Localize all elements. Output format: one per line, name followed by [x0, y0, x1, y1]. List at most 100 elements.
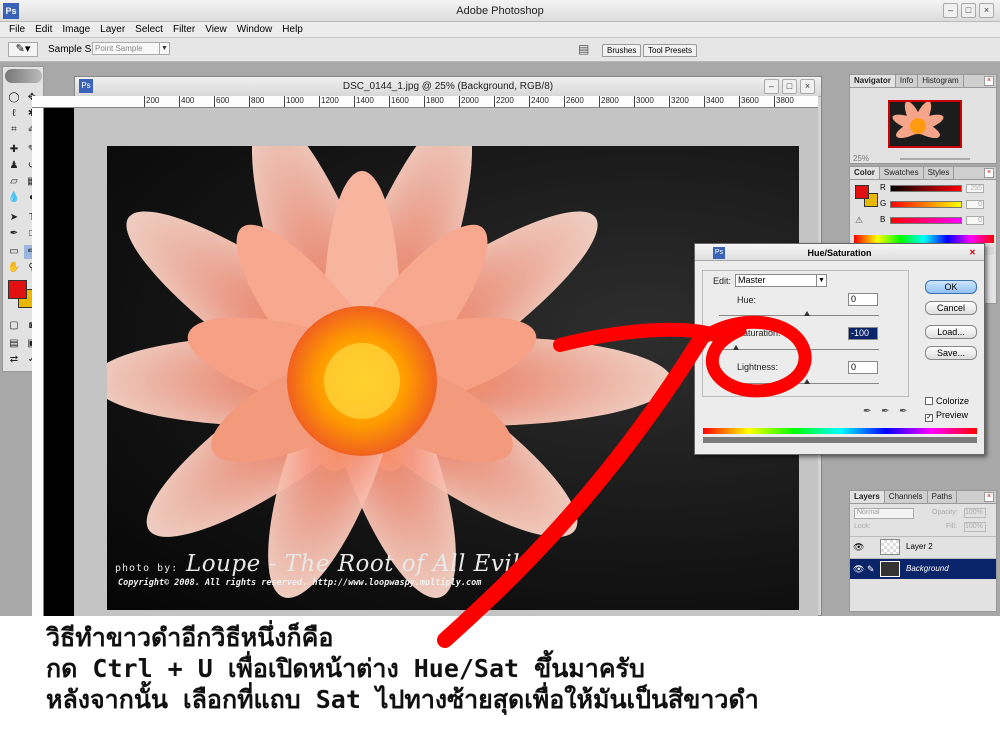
navigator-zoom-value[interactable]: 25%	[853, 154, 869, 163]
color-g-value[interactable]: 0	[966, 200, 984, 209]
eyedropper-plus-icon[interactable]: ✒	[881, 406, 889, 417]
eye-icon[interactable]: 👁	[853, 542, 864, 553]
app-titlebar: Ps Adobe Photoshop – □ ×	[0, 0, 1000, 22]
close-icon[interactable]: ×	[984, 492, 994, 502]
color-r-slider[interactable]	[890, 185, 962, 192]
standard-mode-icon[interactable]: ▢	[6, 319, 22, 333]
color-spectrum-bar[interactable]	[854, 235, 994, 243]
sample-size-select[interactable]: Point Sample ▼	[92, 42, 170, 55]
lock-label: Lock:	[854, 523, 871, 530]
menu-view[interactable]: View	[200, 22, 232, 37]
foreground-color-swatch[interactable]	[8, 280, 27, 299]
hand-tool-icon[interactable]: ✋	[6, 261, 22, 275]
cancel-button[interactable]: Cancel	[925, 301, 977, 315]
dialog-title: Hue/Saturation	[807, 248, 872, 258]
eyedropper-icon[interactable]: ✒	[863, 406, 871, 417]
color-r-value[interactable]: 255	[966, 184, 984, 193]
colorize-checkbox[interactable]: Colorize	[925, 396, 969, 406]
tab-paths[interactable]: Paths	[928, 491, 958, 503]
tab-navigator[interactable]: Navigator	[850, 75, 896, 87]
tab-color[interactable]: Color	[850, 167, 880, 179]
lasso-tool-icon[interactable]: ℓ	[6, 107, 22, 121]
tab-info[interactable]: Info	[896, 75, 919, 87]
maximize-button[interactable]: □	[961, 3, 976, 18]
lightness-slider-thumb[interactable]	[804, 379, 810, 384]
warning-icon: ⚠	[855, 215, 864, 225]
color-b-value[interactable]: 0	[966, 216, 984, 225]
vertical-ruler	[32, 108, 44, 616]
marquee-tool-icon[interactable]: ◯	[6, 91, 22, 105]
save-button[interactable]: Save...	[925, 346, 977, 360]
eyedropper-tool-preset-icon[interactable]: ✎▾	[8, 42, 38, 57]
opacity-value[interactable]: 100%	[964, 508, 986, 518]
menu-edit[interactable]: Edit	[30, 22, 57, 37]
sample-size-value: Point Sample	[95, 44, 143, 53]
tab-styles[interactable]: Styles	[924, 167, 955, 179]
horizontal-ruler: 200 400 600 800 1000 1200 1400 1600 1800…	[32, 96, 818, 108]
jump-to-imageready-icon[interactable]: ⇄	[6, 353, 22, 367]
close-icon[interactable]: ×	[984, 76, 994, 86]
load-button[interactable]: Load...	[925, 325, 977, 339]
saturation-input[interactable]: -100	[848, 327, 878, 340]
ok-button[interactable]: OK	[925, 280, 977, 294]
doc-maximize-button[interactable]: □	[782, 79, 797, 94]
doc-minimize-button[interactable]: –	[764, 79, 779, 94]
menu-image[interactable]: Image	[57, 22, 95, 37]
menu-file[interactable]: File	[4, 22, 30, 37]
menu-filter[interactable]: Filter	[168, 22, 200, 37]
close-icon[interactable]: ✕	[967, 247, 978, 258]
checkbox-box	[925, 397, 933, 405]
minimize-button[interactable]: –	[943, 3, 958, 18]
color-r-label: R	[880, 183, 886, 192]
navigator-zoom-slider[interactable]	[900, 158, 970, 160]
close-icon[interactable]: ×	[984, 168, 994, 178]
eye-icon[interactable]: 👁	[853, 564, 864, 575]
chevron-down-icon: ▼	[159, 43, 169, 54]
layer-row-background[interactable]: 👁 ✎ Background	[850, 558, 996, 579]
hue-input[interactable]: 0	[848, 293, 878, 306]
layer-name: Background	[906, 564, 949, 573]
notes-tool-icon[interactable]: ▭	[6, 245, 22, 259]
tab-histogram[interactable]: Histogram	[918, 75, 964, 87]
lightness-slider-track[interactable]	[719, 383, 879, 384]
tab-layers[interactable]: Layers	[850, 491, 885, 503]
eyedropper-minus-icon[interactable]: ✒	[899, 406, 907, 417]
color-g-slider[interactable]	[890, 201, 962, 208]
screen-mode-icon[interactable]: ▤	[6, 337, 22, 351]
lightness-input[interactable]: 0	[848, 361, 878, 374]
saturation-slider-track[interactable]	[719, 349, 879, 350]
navigator-thumbnail[interactable]	[888, 100, 962, 148]
menu-select[interactable]: Select	[130, 22, 168, 37]
photo-credit-watermark: photo by: Loupe - The Root of All Evil	[115, 551, 520, 577]
menu-layer[interactable]: Layer	[95, 22, 130, 37]
preview-checkbox[interactable]: ✓ Preview	[925, 410, 968, 422]
tab-channels[interactable]: Channels	[885, 491, 928, 503]
ruler-tick: 2600	[564, 96, 584, 107]
eraser-tool-icon[interactable]: ▱	[6, 175, 22, 189]
pen-tool-icon[interactable]: ✒	[6, 227, 22, 241]
close-button[interactable]: ×	[979, 3, 994, 18]
blur-tool-icon[interactable]: 💧	[6, 191, 22, 205]
hue-slider-track[interactable]	[719, 315, 879, 316]
ruler-tick: 600	[214, 96, 229, 107]
ruler-tick: 1800	[424, 96, 444, 107]
tab-swatches[interactable]: Swatches	[880, 167, 924, 179]
clone-stamp-tool-icon[interactable]: ♟	[6, 159, 22, 173]
color-foreground-swatch[interactable]	[855, 185, 869, 199]
brushes-tab[interactable]: Brushes	[602, 44, 642, 57]
path-selection-tool-icon[interactable]: ➤	[6, 211, 22, 225]
saturation-slider-thumb[interactable]	[733, 345, 739, 350]
healing-brush-tool-icon[interactable]: ✚	[6, 143, 22, 157]
doc-close-button[interactable]: ×	[800, 79, 815, 94]
fill-value[interactable]: 100%	[964, 522, 986, 532]
tool-presets-tab[interactable]: Tool Presets	[643, 44, 698, 57]
blend-mode-select[interactable]: Normal	[854, 508, 914, 519]
menu-window[interactable]: Window	[232, 22, 278, 37]
crop-tool-icon[interactable]: ⌗	[6, 123, 22, 137]
layer-row-layer-2[interactable]: 👁 Layer 2	[850, 536, 996, 557]
ruler-tick: 1600	[389, 96, 409, 107]
menu-help[interactable]: Help	[277, 22, 308, 37]
hue-slider-thumb[interactable]	[804, 311, 810, 316]
color-b-slider[interactable]	[890, 217, 962, 224]
preview-label: Preview	[936, 410, 969, 420]
